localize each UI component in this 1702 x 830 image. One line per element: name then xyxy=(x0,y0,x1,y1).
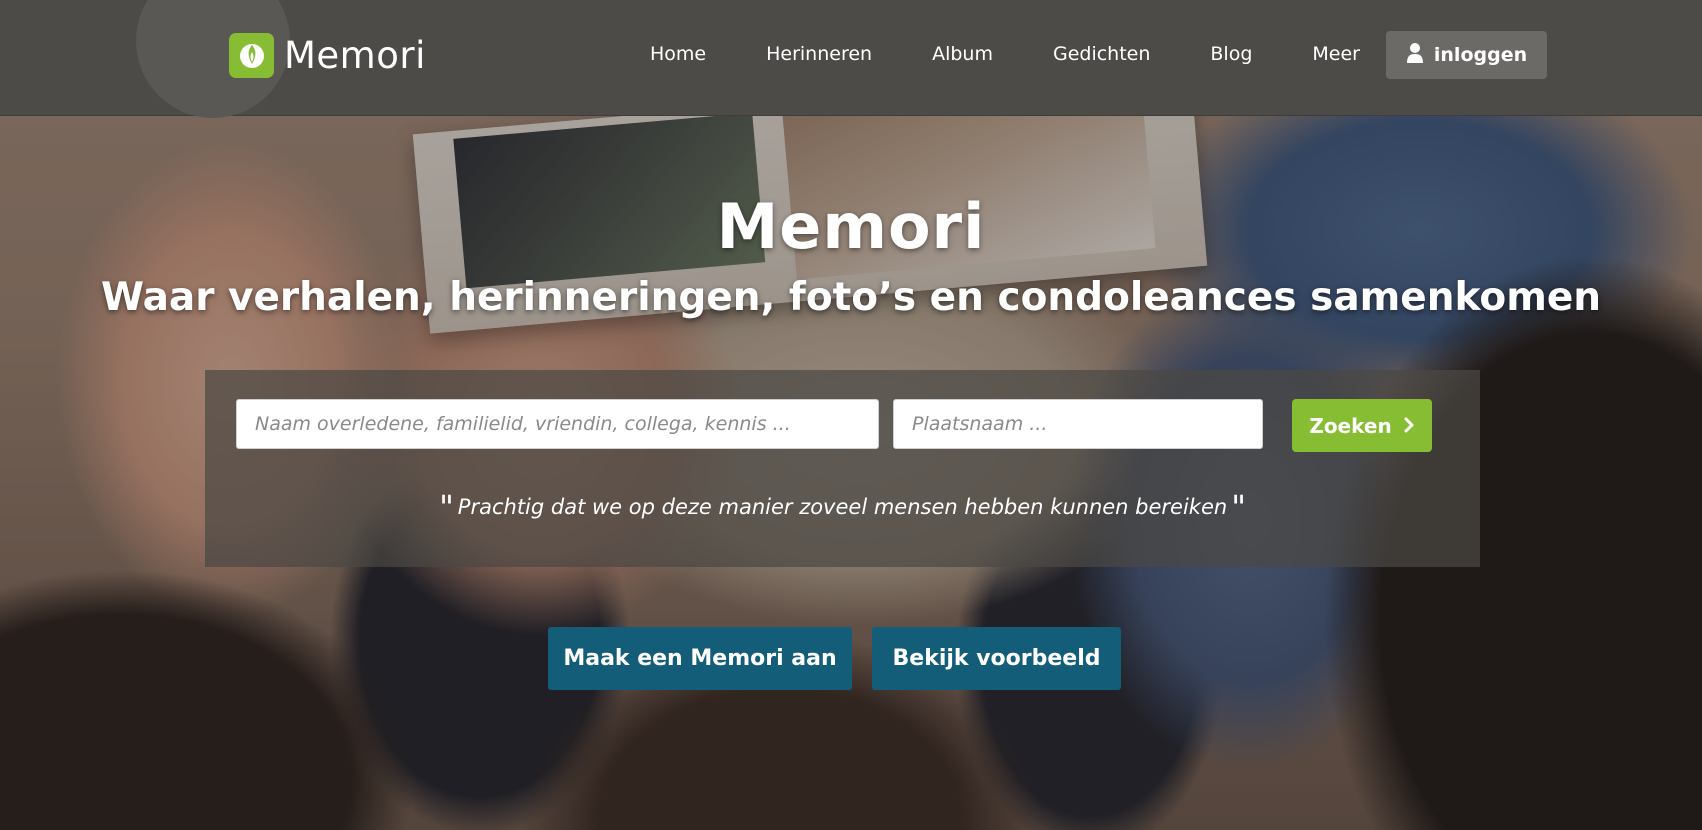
logo-text: Memori xyxy=(284,33,426,77)
chevron-right-icon xyxy=(1404,414,1415,438)
search-panel: Zoeken "Prachtig dat we op deze manier z… xyxy=(205,370,1480,567)
nav-meer[interactable]: Meer xyxy=(1282,30,1390,78)
hero-title: Memori xyxy=(716,190,986,263)
view-example-button[interactable]: Bekijk voorbeeld xyxy=(872,627,1121,690)
user-icon xyxy=(1406,42,1424,69)
close-quote-mark: " xyxy=(1231,488,1246,526)
testimonial-quote: " Prachtig dat we op deze manier zoveel m… xyxy=(205,488,1480,526)
nav-herinneren[interactable]: Herinneren xyxy=(736,30,902,78)
nav-home[interactable]: Home xyxy=(620,30,736,78)
search-button-label: Zoeken xyxy=(1309,413,1392,438)
login-label: inloggen xyxy=(1433,44,1528,66)
quote-text: Prachtig dat we op deze manier zoveel me… xyxy=(457,495,1228,519)
candle-flame-icon xyxy=(229,32,274,78)
nav-gedichten[interactable]: Gedichten xyxy=(1023,30,1180,78)
main-nav: Home Herinneren Album Gedichten Blog Mee… xyxy=(620,30,1390,78)
name-search-input[interactable] xyxy=(236,399,879,449)
hero-subtitle: Waar verhalen, herinneringen, foto’s en … xyxy=(100,275,1602,320)
open-quote-mark: " xyxy=(439,488,454,526)
logo-link[interactable]: Memori xyxy=(229,32,426,78)
place-search-input[interactable] xyxy=(893,399,1263,449)
login-button[interactable]: inloggen xyxy=(1386,31,1547,79)
create-memori-button[interactable]: Maak een Memori aan xyxy=(548,627,852,690)
site-header: Memori Home Herinneren Album Gedichten B… xyxy=(0,0,1702,118)
search-button[interactable]: Zoeken xyxy=(1292,399,1432,452)
nav-album[interactable]: Album xyxy=(902,30,1023,78)
nav-blog[interactable]: Blog xyxy=(1180,30,1282,78)
